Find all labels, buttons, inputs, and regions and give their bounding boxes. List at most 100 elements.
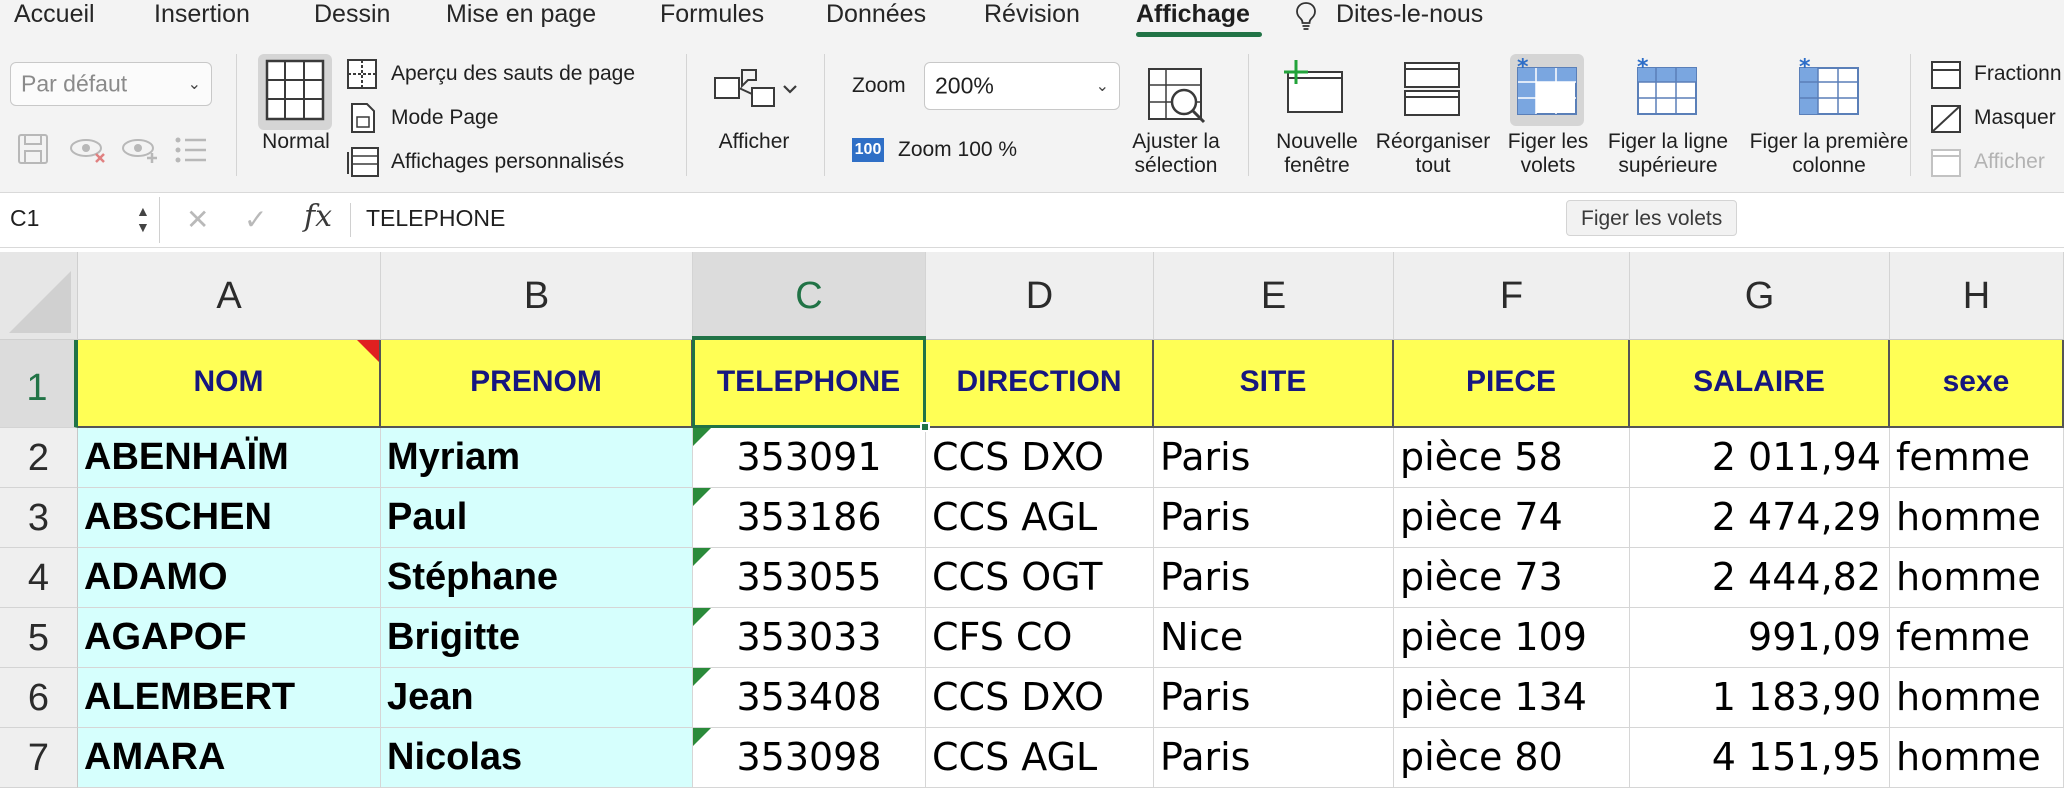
header-cell[interactable]: PRENOM bbox=[381, 340, 693, 428]
table-cell[interactable]: ADAMO bbox=[78, 548, 381, 608]
table-cell[interactable]: homme bbox=[1890, 488, 2064, 548]
select-all-button[interactable] bbox=[0, 252, 78, 340]
confirm-entry-icon[interactable]: ✓ bbox=[244, 203, 267, 236]
zoom-100-button[interactable]: Zoom 100 % bbox=[898, 138, 1017, 162]
table-cell[interactable]: femme bbox=[1890, 428, 2064, 488]
table-cell[interactable]: pièce 134 bbox=[1394, 668, 1630, 728]
table-cell[interactable]: Myriam bbox=[381, 428, 693, 488]
table-cell[interactable]: 353055 bbox=[693, 548, 926, 608]
table-cell[interactable]: Paul bbox=[381, 488, 693, 548]
header-cell[interactable]: sexe bbox=[1890, 340, 2064, 428]
table-cell[interactable]: 353098 bbox=[693, 728, 926, 788]
row-header-3[interactable]: 3 bbox=[0, 488, 78, 548]
page-break-preview-button[interactable]: Aperçu des sauts de page bbox=[391, 62, 635, 86]
custom-views-button[interactable]: Affichages personnalisés bbox=[391, 150, 624, 174]
tab-formules[interactable]: Formules bbox=[660, 0, 764, 30]
table-cell[interactable]: homme bbox=[1890, 728, 2064, 788]
table-cell[interactable]: homme bbox=[1890, 668, 2064, 728]
table-cell[interactable]: CCS OGT bbox=[926, 548, 1154, 608]
options-list-icon[interactable] bbox=[174, 136, 208, 164]
tab-dessin[interactable]: Dessin bbox=[314, 0, 390, 30]
table-cell[interactable]: Brigitte bbox=[381, 608, 693, 668]
table-cell[interactable]: CCS AGL bbox=[926, 488, 1154, 548]
unhide-window-button[interactable]: Afficher bbox=[1974, 150, 2045, 174]
row-header-7[interactable]: 7 bbox=[0, 728, 78, 788]
row-header-4[interactable]: 4 bbox=[0, 548, 78, 608]
column-header-e[interactable]: E bbox=[1154, 252, 1394, 340]
table-cell[interactable]: CCS DXO bbox=[926, 668, 1154, 728]
table-cell[interactable]: 353408 bbox=[693, 668, 926, 728]
insert-function-icon[interactable]: fx bbox=[304, 199, 332, 234]
column-header-b[interactable]: B bbox=[381, 252, 693, 340]
header-cell[interactable]: DIRECTION bbox=[926, 340, 1154, 428]
table-cell[interactable]: ABENHAÏM bbox=[78, 428, 381, 488]
table-cell[interactable]: Paris bbox=[1154, 728, 1394, 788]
freeze-panes-label[interactable]: Figer les volets bbox=[1500, 130, 1596, 178]
table-cell[interactable]: 2 011,94 bbox=[1630, 428, 1890, 488]
row-header-5[interactable]: 5 bbox=[0, 608, 78, 668]
table-cell[interactable]: pièce 109 bbox=[1394, 608, 1630, 668]
table-cell[interactable]: CFS CO bbox=[926, 608, 1154, 668]
table-cell[interactable]: CCS AGL bbox=[926, 728, 1154, 788]
column-header-g[interactable]: G bbox=[1630, 252, 1890, 340]
table-cell[interactable]: Nice bbox=[1154, 608, 1394, 668]
tab-mise-en-page[interactable]: Mise en page bbox=[446, 0, 596, 30]
show-label[interactable]: Afficher bbox=[708, 130, 800, 154]
page-layout-button[interactable]: Mode Page bbox=[391, 106, 498, 130]
show-options-icon[interactable] bbox=[712, 64, 798, 114]
row-header-2[interactable]: 2 bbox=[0, 428, 78, 488]
table-cell[interactable]: pièce 58 bbox=[1394, 428, 1630, 488]
table-cell[interactable]: 2 474,29 bbox=[1630, 488, 1890, 548]
table-cell[interactable]: AMARA bbox=[78, 728, 381, 788]
tab-affichage[interactable]: Affichage bbox=[1136, 0, 1250, 30]
new-window-button[interactable]: Nouvelle fenêtre bbox=[1268, 130, 1366, 178]
new-view-icon[interactable] bbox=[120, 134, 160, 166]
normal-view-label[interactable]: Normal bbox=[258, 130, 334, 154]
table-cell[interactable]: homme bbox=[1890, 548, 2064, 608]
table-cell[interactable]: Stéphane bbox=[381, 548, 693, 608]
freeze-first-column-button[interactable]: Figer la première colonne bbox=[1744, 130, 1914, 178]
name-box-spinner-icon[interactable]: ▲ ▼ bbox=[136, 203, 150, 235]
column-header-h[interactable]: H bbox=[1890, 252, 2064, 340]
freeze-top-row-button[interactable]: Figer la ligne supérieure bbox=[1600, 130, 1736, 178]
cancel-entry-icon[interactable]: ✕ bbox=[186, 203, 209, 236]
split-button[interactable]: Fractionn bbox=[1974, 62, 2062, 86]
table-cell[interactable]: AGAPOF bbox=[78, 608, 381, 668]
header-cell[interactable]: TELEPHONE bbox=[693, 340, 926, 428]
tab-insertion[interactable]: Insertion bbox=[154, 0, 250, 30]
table-cell[interactable]: Nicolas bbox=[381, 728, 693, 788]
tab-revision[interactable]: Révision bbox=[984, 0, 1080, 30]
table-cell[interactable]: 4 151,95 bbox=[1630, 728, 1890, 788]
table-cell[interactable]: Paris bbox=[1154, 548, 1394, 608]
row-header-6[interactable]: 6 bbox=[0, 668, 78, 728]
formula-input[interactable]: TELEPHONE bbox=[366, 205, 505, 232]
table-cell[interactable]: pièce 73 bbox=[1394, 548, 1630, 608]
fill-handle[interactable] bbox=[920, 422, 930, 432]
header-cell[interactable]: PIECE bbox=[1394, 340, 1630, 428]
table-cell[interactable]: 353033 bbox=[693, 608, 926, 668]
header-cell[interactable]: SALAIRE bbox=[1630, 340, 1890, 428]
table-cell[interactable]: Paris bbox=[1154, 428, 1394, 488]
table-cell[interactable]: pièce 74 bbox=[1394, 488, 1630, 548]
header-cell[interactable]: NOM bbox=[78, 340, 381, 428]
table-cell[interactable]: Paris bbox=[1154, 668, 1394, 728]
column-header-d[interactable]: D bbox=[926, 252, 1154, 340]
table-cell[interactable]: Paris bbox=[1154, 488, 1394, 548]
table-cell[interactable]: ALEMBERT bbox=[78, 668, 381, 728]
row-header-1[interactable]: 1 bbox=[0, 340, 78, 428]
table-cell[interactable]: femme bbox=[1890, 608, 2064, 668]
exit-view-icon[interactable] bbox=[68, 134, 108, 166]
table-cell[interactable]: 353186 bbox=[693, 488, 926, 548]
zoom-to-selection-button[interactable]: Ajuster la sélection bbox=[1118, 130, 1234, 178]
table-cell[interactable]: pièce 80 bbox=[1394, 728, 1630, 788]
table-cell[interactable]: 1 183,90 bbox=[1630, 668, 1890, 728]
table-cell[interactable]: 2 444,82 bbox=[1630, 548, 1890, 608]
sheet-view-select[interactable]: Par défaut ⌄ bbox=[10, 62, 212, 106]
hide-window-button[interactable]: Masquer bbox=[1974, 106, 2056, 130]
header-cell[interactable]: SITE bbox=[1154, 340, 1394, 428]
column-header-c[interactable]: C bbox=[693, 252, 926, 340]
name-box[interactable]: C1 ▲ ▼ bbox=[0, 197, 160, 243]
column-header-a[interactable]: A bbox=[78, 252, 381, 340]
column-header-f[interactable]: F bbox=[1394, 252, 1630, 340]
arrange-all-button[interactable]: Réorganiser tout bbox=[1370, 130, 1496, 178]
